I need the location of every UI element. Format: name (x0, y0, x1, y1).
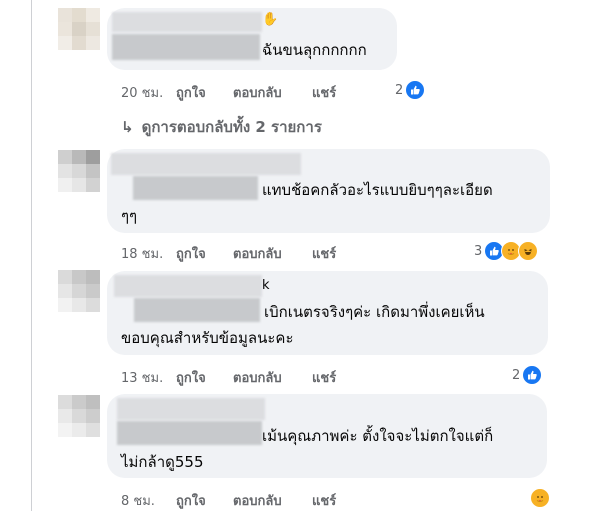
reaction-summary[interactable] (528, 488, 550, 508)
avatar[interactable] (58, 8, 100, 50)
avatar[interactable] (58, 270, 100, 312)
reaction-count: 3 (474, 243, 483, 259)
avatar[interactable] (58, 395, 100, 437)
reaction-count: 2 (395, 82, 404, 98)
comment-text-line: ๆๆ (121, 207, 138, 225)
like-button[interactable]: ถูกใจ (176, 367, 206, 388)
reply-arrow-icon: ↳ (121, 118, 134, 136)
blurred-author-name (111, 153, 301, 175)
haha-icon (518, 241, 539, 261)
comment-actions: 18 ชม. ถูกใจ ตอบกลับ แชร์ (121, 243, 391, 264)
blurred-author-name (112, 34, 260, 60)
reaction-count: 2 (512, 367, 521, 383)
share-button[interactable]: แชร์ (312, 243, 336, 264)
reply-button[interactable]: ตอบกลับ (233, 490, 282, 511)
share-button[interactable]: แชร์ (312, 490, 336, 511)
reply-button[interactable]: ตอบกลับ (233, 367, 282, 388)
comment-timestamp[interactable]: 13 ชม. (121, 367, 163, 388)
blurred-author-name (117, 398, 265, 420)
hand-emoji-icon: ✋ (262, 12, 279, 27)
blurred-author-name (134, 298, 260, 322)
share-button[interactable]: แชร์ (312, 82, 336, 103)
comment-text-line: แทบช้อคกลัวอะไรแบบยิบๆๆละเอียด (262, 181, 493, 199)
comment-text-line: เบิกเนตรจริงๆค่ะ เกิดมาพึ่งเคยเห็น (264, 303, 485, 321)
comment-timestamp[interactable]: 20 ชม. (121, 82, 163, 103)
view-replies-link[interactable]: ↳ ดูการตอบกลับทั้ง 2 รายการ (121, 115, 322, 139)
like-icon (405, 80, 426, 100)
comment-actions: 8 ชม. ถูกใจ ตอบกลับ แชร์ (121, 490, 391, 511)
like-button[interactable]: ถูกใจ (176, 490, 206, 511)
blurred-author-name (112, 12, 262, 32)
reply-button[interactable]: ตอบกลับ (233, 243, 282, 264)
comment-actions: 20 ชม. ถูกใจ ตอบกลับ แชร์ (121, 82, 391, 103)
comment-timestamp[interactable]: 18 ชม. (121, 243, 163, 264)
blurred-author-name (117, 421, 262, 445)
reply-button[interactable]: ตอบกลับ (233, 82, 282, 103)
like-button[interactable]: ถูกใจ (176, 82, 206, 103)
reaction-summary[interactable]: 2 (512, 365, 543, 385)
reaction-summary[interactable]: 3 (474, 241, 539, 261)
comment-text-line: ไม่กล้าดู555 (121, 453, 204, 471)
reaction-summary[interactable]: 2 (395, 80, 426, 100)
avatar[interactable] (58, 150, 100, 192)
care-icon (530, 488, 550, 508)
share-button[interactable]: แชร์ (312, 367, 336, 388)
comment-timestamp[interactable]: 8 ชม. (121, 490, 155, 511)
blurred-author-name (133, 176, 258, 200)
comment-text: ฉันขนลุกกกกกก (262, 41, 367, 59)
blurred-author-name (114, 275, 262, 297)
view-replies-label: ดูการตอบกลับทั้ง 2 รายการ (141, 118, 322, 136)
author-name-fragment: k (262, 278, 270, 293)
comment-text-line: เม้นคุณภาพค่ะ ตั้งใจจะไม่ตกใจแต่ก็ (262, 427, 494, 445)
like-button[interactable]: ถูกใจ (176, 243, 206, 264)
comment-actions: 13 ชม. ถูกใจ ตอบกลับ แชร์ (121, 367, 391, 388)
like-icon (522, 365, 543, 385)
comment-text-line: ขอบคุณสำหรับข้อมูลนะคะ (121, 329, 294, 347)
